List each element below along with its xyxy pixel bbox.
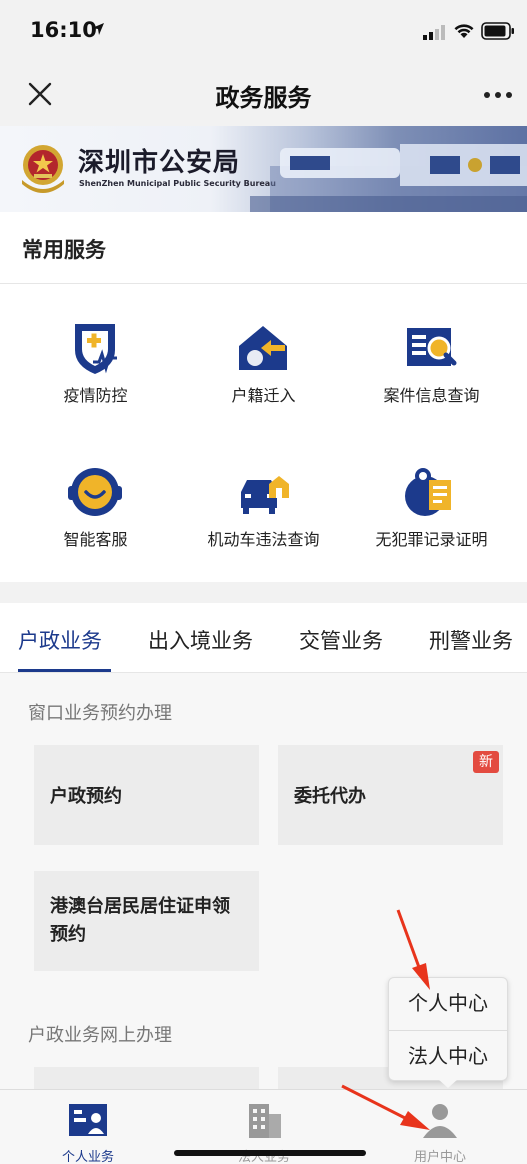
battery-icon xyxy=(481,22,514,40)
service-household-migration[interactable]: 户籍迁入 xyxy=(176,292,351,422)
book-search-icon xyxy=(407,328,457,366)
service-label: 机动车违法查询 xyxy=(207,530,320,549)
tab-criminal-police[interactable]: 刑警业务 xyxy=(429,625,513,655)
service-label: 案件信息查询 xyxy=(383,386,480,405)
service-smart-customer-service[interactable]: 智能客服 xyxy=(8,436,183,566)
common-services-header: 常用服务 xyxy=(0,212,527,284)
service-label: 智能客服 xyxy=(63,530,128,549)
location-arrow-icon xyxy=(92,23,104,35)
menu-item-corporate-center[interactable]: 法人中心 xyxy=(389,1030,507,1081)
nav-bar: 政务服务 xyxy=(0,62,527,126)
service-label: 户籍迁入 xyxy=(231,386,296,405)
business-tabs: 户政业务 出入境业务 交管业务 刑警业务 xyxy=(0,603,527,673)
user-center-popup-menu: 个人中心 法人中心 xyxy=(388,977,508,1081)
more-icon[interactable] xyxy=(482,90,514,100)
service-label: 疫情防控 xyxy=(63,386,128,405)
page: 16:10 政务服务 深圳市公安局 ShenZhen Municipal Pub… xyxy=(0,0,527,1164)
shield-plus-icon xyxy=(75,324,117,374)
house-arrow-icon xyxy=(239,326,287,370)
banner: 深圳市公安局 ShenZhen Municipal Public Securit… xyxy=(0,126,527,212)
service-epidemic-control[interactable]: 疫情防控 xyxy=(8,292,183,422)
new-badge: 新 xyxy=(473,751,499,773)
status-bar: 16:10 xyxy=(0,0,527,62)
building-icon xyxy=(249,1104,281,1138)
menu-item-personal-center[interactable]: 个人中心 xyxy=(389,978,507,1029)
card-label: 委托代办 xyxy=(294,786,366,807)
service-case-query[interactable]: 案件信息查询 xyxy=(344,292,519,422)
home-indicator xyxy=(174,1150,366,1156)
popup-pointer xyxy=(438,1079,458,1088)
status-time: 16:10 xyxy=(30,18,97,42)
police-vehicle-illustration xyxy=(250,144,527,212)
card-residence-permit-appointment[interactable]: 港澳台居民居住证申领预约 xyxy=(34,871,259,971)
banner-title: 深圳市公安局 xyxy=(78,148,241,178)
tab-traffic[interactable]: 交管业务 xyxy=(299,625,383,655)
car-house-icon xyxy=(241,476,289,514)
tab-entry-exit[interactable]: 出入境业务 xyxy=(148,625,253,655)
personal-business-icon xyxy=(69,1104,107,1136)
service-label: 无犯罪记录证明 xyxy=(375,530,488,549)
page-title: 政务服务 xyxy=(215,84,312,112)
card-label: 户政预约 xyxy=(50,786,122,807)
tabbar-user-center[interactable]: 用户中心 xyxy=(352,1090,527,1164)
wifi-icon xyxy=(454,24,474,38)
common-services-grid: 疫情防控 户籍迁入 案件信息查询 智能客服 机动车违法查询 无犯罪记录证明 xyxy=(0,284,527,582)
card-entrusted-agency[interactable]: 委托代办 新 xyxy=(278,745,503,845)
tabbar-label: 用户中心 xyxy=(413,1150,466,1164)
tab-household[interactable]: 户政业务 xyxy=(18,625,102,655)
tabbar-personal-business[interactable]: 个人业务 xyxy=(0,1090,176,1164)
group-title-window: 窗口业务预约办理 xyxy=(28,703,172,724)
customer-service-icon xyxy=(68,468,122,516)
certificate-icon xyxy=(405,468,451,516)
tabbar-label: 个人业务 xyxy=(61,1150,114,1164)
service-vehicle-violation-query[interactable]: 机动车违法查询 xyxy=(176,436,351,566)
active-tab-indicator xyxy=(18,669,111,672)
cellular-signal-icon xyxy=(423,25,445,40)
card-household-appointment[interactable]: 户政预约 xyxy=(34,745,259,845)
section-title: 常用服务 xyxy=(22,238,106,262)
police-emblem-icon xyxy=(22,145,64,193)
card-label: 港澳台居民居住证申领预约 xyxy=(50,896,230,945)
group-title-online: 户政业务网上办理 xyxy=(28,1025,172,1046)
user-icon xyxy=(423,1104,457,1138)
service-no-criminal-record[interactable]: 无犯罪记录证明 xyxy=(344,436,519,566)
banner-subtitle: ShenZhen Municipal Public Security Burea… xyxy=(79,179,276,188)
